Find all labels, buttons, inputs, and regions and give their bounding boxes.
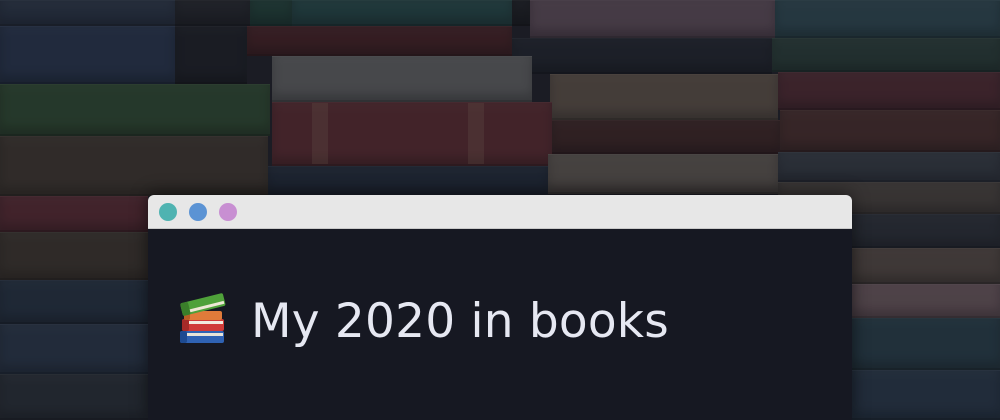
page-title: My 2020 in books: [251, 293, 669, 349]
window-titlebar[interactable]: [148, 195, 852, 229]
window-minimize-dot[interactable]: [189, 202, 207, 221]
books-emoji-icon: [180, 293, 226, 343]
window-content: My 2020 in books: [148, 229, 852, 420]
window-close-dot[interactable]: [159, 202, 177, 221]
page-title-row: My 2020 in books: [175, 293, 669, 349]
window: My 2020 in books: [148, 195, 852, 420]
window-maximize-dot[interactable]: [219, 202, 237, 221]
